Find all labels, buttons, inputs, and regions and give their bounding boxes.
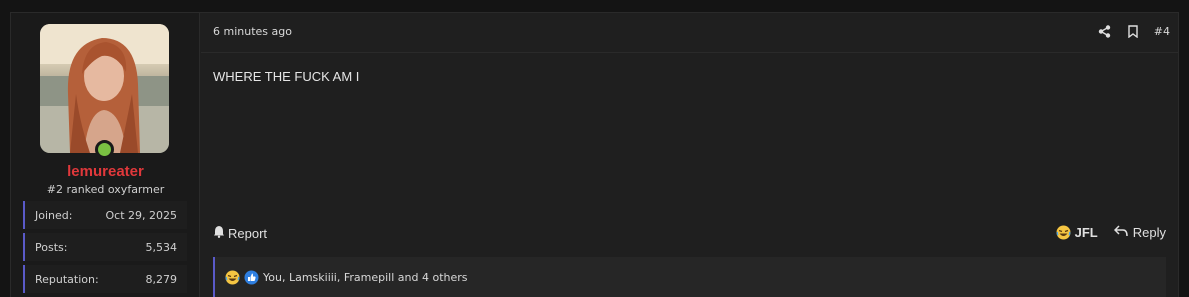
- jfl-label: JFL: [1074, 225, 1098, 240]
- post-timestamp[interactable]: 6 minutes ago: [213, 25, 292, 38]
- stat-value: Oct 29, 2025: [105, 208, 178, 222]
- stat-label: Reputation:: [35, 272, 99, 286]
- post-main-column: 6 minutes ago #4 WHERE THE FUCK AM I Rep…: [201, 13, 1178, 297]
- reply-icon: [1113, 225, 1128, 240]
- post-container: lemureater #2 ranked oxyfarmer Joined: O…: [10, 12, 1179, 297]
- online-status-indicator: [95, 140, 114, 159]
- report-label: Report: [228, 225, 268, 241]
- laughing-emoji-icon: [225, 270, 240, 285]
- reactions-text: You, Lamskiiii, Framepill and 4 others: [263, 270, 468, 284]
- stat-posts: Posts: 5,534: [23, 233, 187, 261]
- stat-value: 5,534: [145, 240, 178, 254]
- report-button[interactable]: Report: [213, 225, 267, 241]
- jfl-react-button[interactable]: JFL: [1056, 225, 1098, 240]
- bell-icon: [213, 225, 225, 241]
- avatar[interactable]: [40, 24, 169, 153]
- stat-value: 8,279: [145, 272, 178, 286]
- stat-joined: Joined: Oct 29, 2025: [23, 201, 187, 229]
- stat-label: Posts:: [35, 240, 68, 254]
- user-info-column: lemureater #2 ranked oxyfarmer Joined: O…: [11, 13, 200, 297]
- username[interactable]: lemureater: [11, 163, 200, 180]
- post-number-link[interactable]: #4: [1154, 25, 1170, 38]
- reaction-reply-actions: JFL Reply: [1056, 225, 1166, 240]
- post-footer-actions: Report JFL Reply: [213, 225, 1166, 243]
- post-header-actions: #4: [1098, 23, 1170, 39]
- bookmark-icon[interactable]: [1126, 23, 1140, 39]
- reply-label: Reply: [1132, 225, 1166, 240]
- share-icon[interactable]: [1098, 23, 1112, 39]
- reactions-summary[interactable]: You, Lamskiiii, Framepill and 4 others: [213, 257, 1166, 297]
- reply-button[interactable]: Reply: [1113, 225, 1166, 240]
- laughing-emoji-icon: [1056, 225, 1071, 240]
- user-title: #2 ranked oxyfarmer: [46, 183, 165, 196]
- post-header: 6 minutes ago #4: [201, 13, 1178, 53]
- stat-label: Joined:: [35, 208, 73, 222]
- thumbs-up-icon: [244, 270, 259, 285]
- post-message: WHERE THE FUCK AM I: [213, 69, 360, 84]
- stat-reputation: Reputation: 8,279: [23, 265, 187, 293]
